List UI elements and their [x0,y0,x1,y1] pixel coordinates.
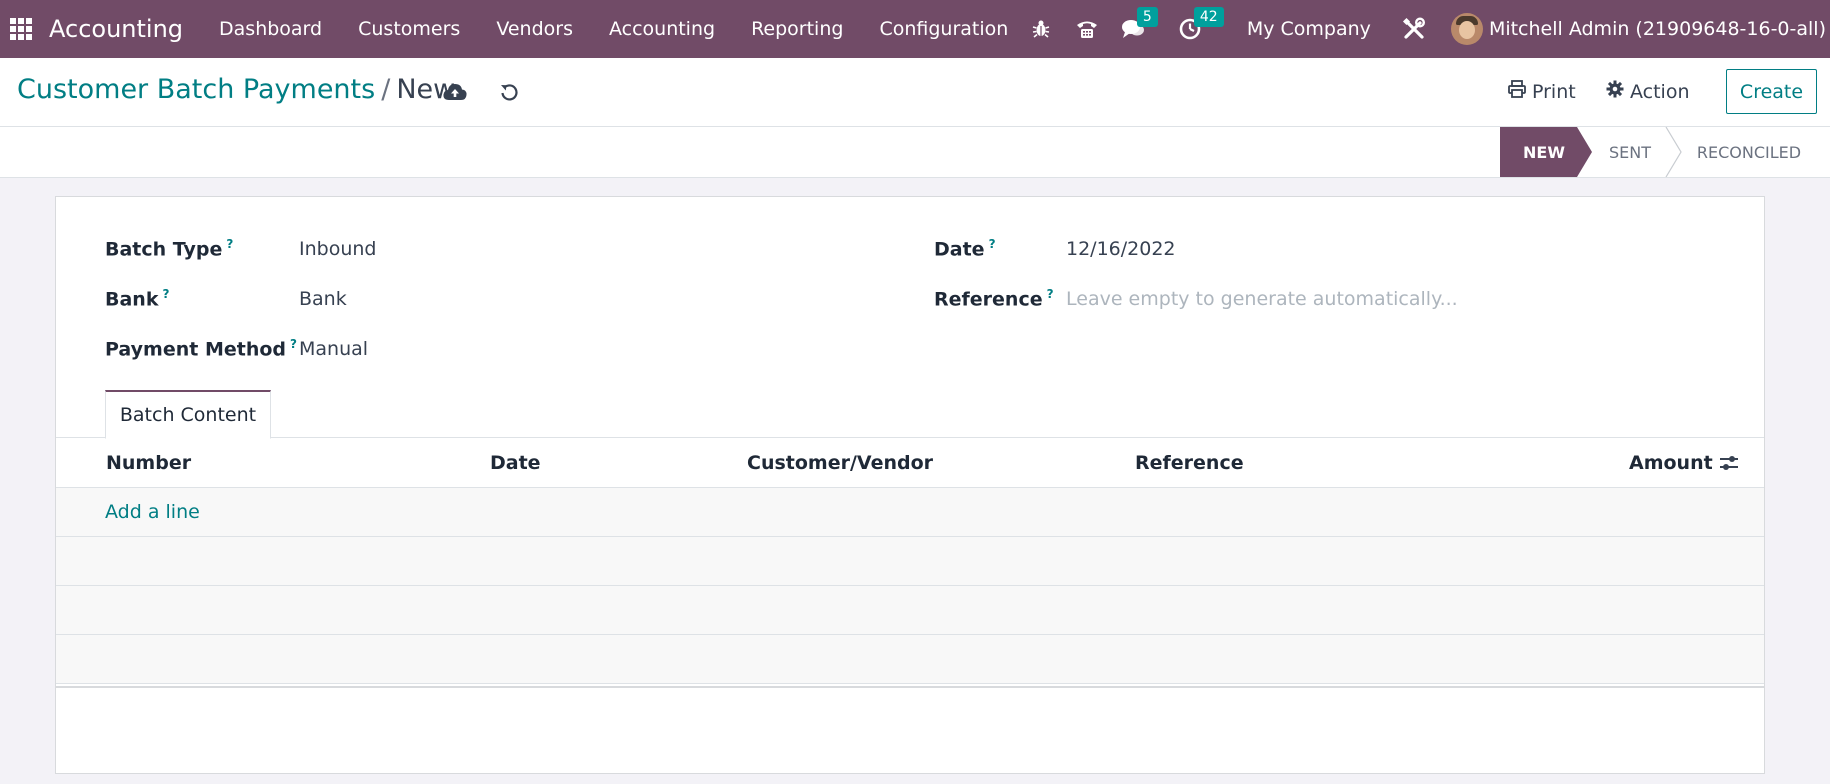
optional-columns-toggle-icon[interactable] [1719,454,1739,472]
gear-icon [1606,80,1624,103]
notebook-tabs [56,390,1764,438]
menu-accounting[interactable]: Accounting [591,18,733,40]
batch-type-help-icon[interactable]: ? [226,237,233,251]
apps-grid-icon[interactable] [10,18,32,40]
print-icon [1508,80,1526,103]
stage-sent[interactable]: SENT [1592,143,1668,162]
table-row [56,586,1764,635]
form-sheet: Batch Type? Inbound Bank? Bank Payment M… [55,196,1765,774]
payment-method-field[interactable]: Manual [299,338,368,360]
main-menu: Dashboard Customers Vendors Accounting R… [201,18,1026,40]
menu-customers[interactable]: Customers [340,18,478,40]
date-help-icon[interactable]: ? [989,237,996,251]
phone-icon[interactable] [1075,17,1099,41]
activities-count-badge: 42 [1193,7,1224,27]
menu-configuration[interactable]: Configuration [861,18,1026,40]
batch-type-field[interactable]: Inbound [299,238,376,260]
stage-reconciled[interactable]: RECONCILED [1684,143,1814,162]
messages-count-badge: 5 [1136,7,1158,27]
batch-type-label: Batch Type? [105,237,234,261]
print-button[interactable]: Print [1508,80,1576,103]
bank-help-icon[interactable]: ? [162,287,169,301]
bank-field[interactable]: Bank [299,288,347,310]
table-row [56,537,1764,586]
reference-label: Reference? [934,287,1054,311]
reference-help-icon[interactable]: ? [1047,287,1054,301]
status-bar: NEW SENT RECONCILED [0,126,1830,178]
breadcrumb: Customer Batch Payments / New [17,74,455,105]
messages-chat-icon[interactable]: 5 [1121,7,1158,41]
tools-icon[interactable] [1402,17,1426,41]
table-row [56,635,1764,684]
column-amount[interactable]: Amount [1629,452,1713,474]
print-label: Print [1532,80,1576,103]
user-menu[interactable]: Mitchell Admin (21909648-16-0-all) [1489,18,1826,40]
action-label: Action [1630,80,1690,103]
add-line-link[interactable]: Add a line [105,501,200,523]
column-date[interactable]: Date [490,452,541,474]
company-switcher[interactable]: My Company [1247,18,1371,40]
table-footer-divider [56,686,1764,688]
date-label: Date? [934,237,996,261]
menu-vendors[interactable]: Vendors [478,18,591,40]
table-header: Number Date Customer/Vendor Reference Am… [56,438,1764,488]
payment-method-label: Payment Method? [105,337,297,361]
payment-method-help-icon[interactable]: ? [290,337,297,351]
app-name[interactable]: Accounting [49,15,183,43]
activities-clock-icon[interactable]: 42 [1178,7,1224,41]
debug-bug-icon[interactable] [1029,17,1053,41]
control-panel: Customer Batch Payments / New Print Action… [0,58,1830,126]
column-number[interactable]: Number [106,452,191,474]
stage-new[interactable]: NEW [1500,143,1588,162]
column-customer-vendor[interactable]: Customer/Vendor [747,452,933,474]
save-cloud-icon[interactable] [442,80,468,104]
reference-input[interactable]: Leave empty to generate automatically... [1066,288,1458,310]
user-avatar[interactable] [1450,13,1483,45]
breadcrumb-parent-link[interactable]: Customer Batch Payments [17,74,375,105]
column-reference[interactable]: Reference [1135,452,1244,474]
breadcrumb-separator: / [381,74,391,105]
top-navbar: Accounting Dashboard Customers Vendors A… [0,0,1830,58]
tab-batch-content[interactable]: Batch Content [105,390,271,439]
menu-dashboard[interactable]: Dashboard [201,18,340,40]
table-row: Add a line [56,488,1764,537]
navbar-systray: 5 42 My Company Mitchell Admin (21909648… [1018,0,1830,58]
create-button[interactable]: Create [1726,69,1817,114]
menu-reporting[interactable]: Reporting [733,18,861,40]
date-field[interactable]: 12/16/2022 [1066,238,1176,260]
action-button[interactable]: Action [1606,80,1690,103]
bank-label: Bank? [105,287,170,311]
discard-undo-icon[interactable] [496,80,522,104]
